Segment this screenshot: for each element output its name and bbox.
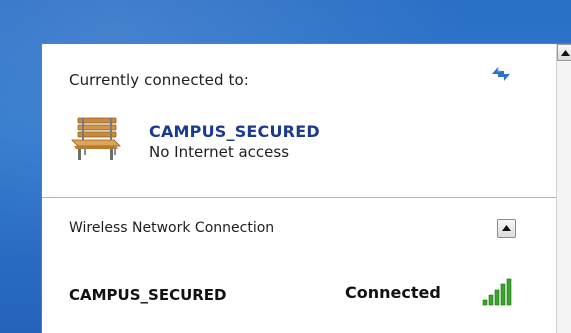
refresh-icon[interactable] <box>488 63 514 85</box>
currently-connected-heading: Currently connected to: <box>69 71 249 89</box>
signal-strength-icon <box>482 278 512 306</box>
park-bench-icon <box>70 116 122 162</box>
flyout-content: Currently connected to: CAMPUS_SECURED N… <box>42 44 556 333</box>
connected-network-name[interactable]: CAMPUS_SECURED <box>149 122 320 141</box>
vertical-scrollbar[interactable] <box>556 44 571 333</box>
next-row-icons <box>478 328 514 333</box>
network-row-status: Connected <box>345 283 441 302</box>
section-divider <box>42 197 556 198</box>
network-row-name[interactable]: CAMPUS_SECURED <box>69 286 227 304</box>
network-flyout: Currently connected to: CAMPUS_SECURED N… <box>41 43 571 333</box>
scroll-up-button[interactable] <box>557 44 571 61</box>
collapse-group-button[interactable] <box>497 219 516 238</box>
scroll-track[interactable] <box>557 61 571 333</box>
wireless-group-title: Wireless Network Connection <box>69 220 275 236</box>
collapse-up-icon <box>502 225 511 231</box>
connection-status: No Internet access <box>149 143 290 161</box>
arrow-up-icon <box>561 50 570 56</box>
